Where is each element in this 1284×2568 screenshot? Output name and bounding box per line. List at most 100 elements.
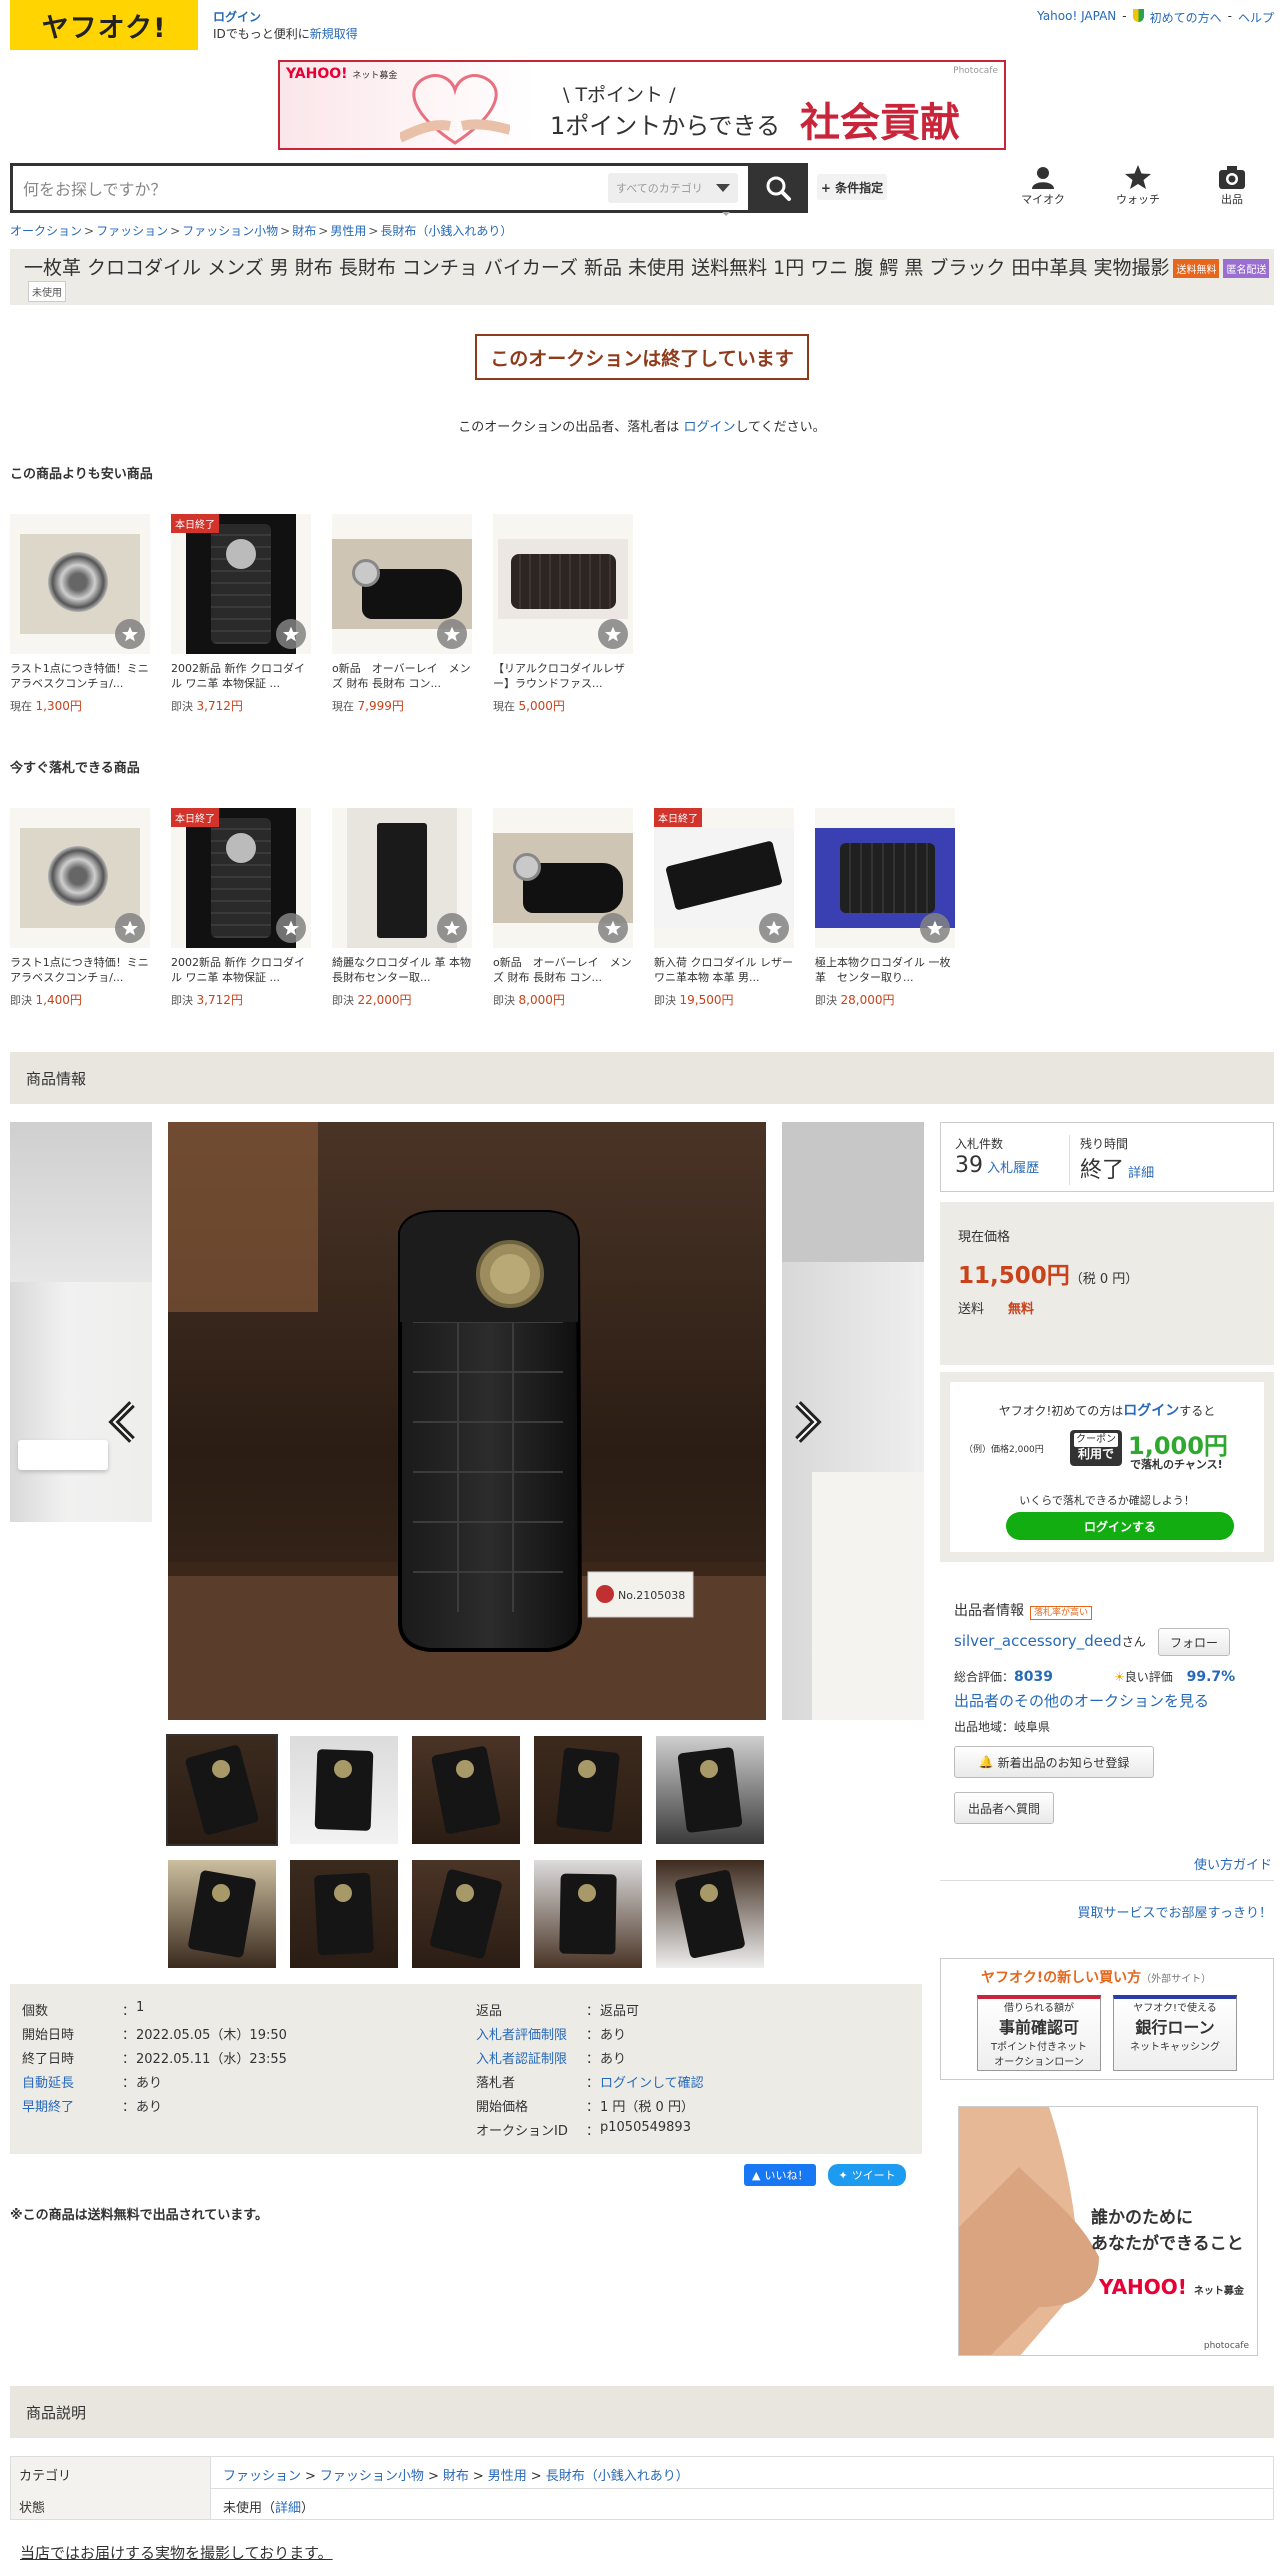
product-card[interactable]: 本日終了 新入荷 クロコダイル レザー ワニ革本物 本革 男... 即決 19,50… <box>654 808 794 1008</box>
product-name[interactable]: 2002新品 新作 クロコダイル ワニ革 本物保証 ... <box>171 955 311 985</box>
breadcrumb-item[interactable]: 財布 <box>292 224 316 238</box>
gallery-thumbnail[interactable] <box>168 1860 276 1968</box>
gallery-thumbnail[interactable] <box>534 1736 642 1844</box>
gallery-thumbnail[interactable] <box>290 1736 398 1844</box>
login-link[interactable]: ログイン <box>213 9 358 26</box>
detail-value[interactable]: ログインして確認 <box>600 2072 704 2091</box>
new-listing-notify-button[interactable]: 🔔 新着出品のお知らせ登録 <box>954 1746 1154 1778</box>
watch-star-button[interactable] <box>437 913 467 943</box>
breadcrumb-item[interactable]: オークション <box>10 224 82 238</box>
product-image[interactable] <box>10 514 150 654</box>
yahoo-japan-link[interactable]: Yahoo! JAPAN <box>1037 9 1116 26</box>
desc-category-link[interactable]: ファッション小物 <box>320 2469 424 2484</box>
search-button[interactable] <box>748 163 808 213</box>
watch-star-button[interactable] <box>276 913 306 943</box>
follow-button[interactable]: フォロー <box>1158 1628 1230 1656</box>
product-name[interactable]: o新品 オーバーレイ メンズ 財布 長財布 コン... <box>493 955 633 985</box>
watch-star-button[interactable] <box>276 619 306 649</box>
product-card[interactable]: ラスト1点につき特価！ミニアラベスクコンチョ/... 現在 1,300円 <box>10 514 150 714</box>
top-banner-ad[interactable]: YAHOO! ネット募金 Photocafe \ Tポイント / 1ポイントから… <box>278 60 1006 150</box>
bid-history-link[interactable]: 入札履歴 <box>987 1161 1039 1176</box>
product-name[interactable]: o新品 オーバーレイ メンズ 財布 長財布 コン... <box>332 661 472 691</box>
watch-star-button[interactable] <box>759 913 789 943</box>
gallery-next-button[interactable] <box>792 1400 822 1448</box>
product-image[interactable]: 本日終了 <box>654 808 794 948</box>
buyback-link[interactable]: 買取サービスでお部屋すっきり！ <box>1078 1902 1272 1921</box>
gallery-thumbnail[interactable] <box>412 1736 520 1844</box>
time-detail-link[interactable]: 詳細 <box>1128 1166 1154 1181</box>
gallery-prev-button[interactable] <box>108 1400 138 1448</box>
watch-star-button[interactable] <box>115 913 145 943</box>
product-card[interactable]: 本日終了 2002新品 新作 クロコダイル ワニ革 本物保証 ... 即決 3,71… <box>171 514 311 714</box>
product-card[interactable]: 本日終了 2002新品 新作 クロコダイル ワニ革 本物保証 ... 即決 3,71… <box>171 808 311 1008</box>
product-card[interactable]: 極上本物クロコダイル 一枚革 センター取り... 即決 28,000円 <box>815 808 955 1008</box>
desc-category-link[interactable]: ファッション <box>223 2469 301 2484</box>
product-card[interactable]: o新品 オーバーレイ メンズ 財布 長財布 コン... 現在 7,999円 <box>332 514 472 714</box>
desc-category-link[interactable]: 長財布（小銭入れあり） <box>546 2469 689 2484</box>
detail-key[interactable]: 入札者認証制限 <box>476 2048 586 2067</box>
product-card[interactable]: 綺麗なクロコダイル 革 本物 長財布センター取... 即決 22,000円 <box>332 808 472 1008</box>
product-name[interactable]: 極上本物クロコダイル 一枚革 センター取り... <box>815 955 955 985</box>
watch-nav[interactable]: ウォッチ <box>1108 165 1168 207</box>
yafuoku-logo[interactable]: ヤフオク! <box>10 0 198 50</box>
product-image[interactable] <box>493 808 633 948</box>
watch-star-button[interactable] <box>920 913 950 943</box>
watch-star-button[interactable] <box>115 619 145 649</box>
watch-star-button[interactable] <box>437 619 467 649</box>
search-history-caret-icon[interactable] <box>722 212 730 216</box>
product-image[interactable] <box>10 808 150 948</box>
product-image[interactable] <box>332 808 472 948</box>
detail-key[interactable]: 自動延長 <box>22 2072 122 2091</box>
product-image[interactable] <box>493 514 633 654</box>
help-link[interactable]: ヘルプ <box>1238 9 1274 26</box>
promo-login-button[interactable]: ログインする <box>1006 1512 1234 1540</box>
product-card[interactable]: o新品 オーバーレイ メンズ 財布 長財布 コン... 即決 8,000円 <box>493 808 633 1008</box>
loan-ad[interactable]: ヤフオク!の新しい買い方（外部サイト） 借りられる額が 事前確認可 Tポイント付… <box>940 1958 1274 2080</box>
product-name[interactable]: 2002新品 新作 クロコダイル ワニ革 本物保証 ... <box>171 661 311 691</box>
product-name[interactable]: ラスト1点につき特価！ミニアラベスクコンチョ/... <box>10 955 150 985</box>
breadcrumb-item[interactable]: 男性用 <box>330 224 366 238</box>
detail-key[interactable]: 早期終了 <box>22 2096 122 2115</box>
condition-button[interactable]: + 条件指定 <box>817 174 887 200</box>
desc-condition-detail-link[interactable]: 詳細 <box>275 2501 301 2516</box>
gallery-thumbnail[interactable] <box>534 1860 642 1968</box>
product-card[interactable]: 【リアルクロコダイルレザー】ラウンドファス... 現在 5,000円 <box>493 514 633 714</box>
rating-link[interactable]: 8039 <box>1014 1669 1053 1685</box>
product-image[interactable] <box>332 514 472 654</box>
gallery-thumbnail[interactable] <box>656 1736 764 1844</box>
myauction-nav[interactable]: マイオク <box>1013 165 1073 207</box>
gallery-thumbnail[interactable] <box>290 1860 398 1968</box>
like-button[interactable]: ▲ いいね！ <box>744 2164 817 2186</box>
product-name[interactable]: 綺麗なクロコダイル 革 本物 長財布センター取... <box>332 955 472 985</box>
seller-name-link[interactable]: silver_accessory_deed <box>954 1632 1122 1650</box>
gallery-thumbnail[interactable] <box>412 1860 520 1968</box>
category-select[interactable]: すべてのカテゴリ <box>608 173 738 203</box>
loan-card-1[interactable]: 借りられる額が 事前確認可 Tポイント付きネット オークションローン <box>977 1995 1101 2071</box>
gallery-thumbnail[interactable] <box>656 1860 764 1968</box>
ended-login-link[interactable]: ログイン <box>683 420 735 435</box>
tweet-button[interactable]: ✦ ツイート <box>828 2164 906 2186</box>
detail-key[interactable]: 入札者評価制限 <box>476 2024 586 2043</box>
desc-category-link[interactable]: 財布 <box>443 2469 469 2484</box>
product-name[interactable]: ラスト1点につき特価！ミニアラベスクコンチョ/... <box>10 661 150 691</box>
breadcrumb-item[interactable]: ファッション <box>96 224 168 238</box>
guide-link[interactable]: 使い方ガイド <box>1194 1854 1272 1873</box>
desc-category-link[interactable]: 男性用 <box>488 2469 527 2484</box>
product-image[interactable] <box>815 808 955 948</box>
beginner-link[interactable]: 初めての方へ <box>1150 9 1222 26</box>
product-card[interactable]: ラスト1点につき特価！ミニアラベスクコンチョ/... 即決 1,400円 <box>10 808 150 1008</box>
sell-nav[interactable]: 出品 <box>1202 165 1262 207</box>
product-name[interactable]: 新入荷 クロコダイル レザー ワニ革本物 本革 男... <box>654 955 794 985</box>
signup-link[interactable]: 新規取得 <box>310 27 358 41</box>
breadcrumb-item[interactable]: 長財布（小銭入れあり） <box>380 224 512 238</box>
loan-card-2[interactable]: ヤフオク!で使える 銀行ローン ネットキャッシング <box>1113 1995 1237 2071</box>
product-image[interactable]: 本日終了 <box>171 808 311 948</box>
product-name[interactable]: 【リアルクロコダイルレザー】ラウンドファス... <box>493 661 633 691</box>
product-image[interactable]: 本日終了 <box>171 514 311 654</box>
breadcrumb-item[interactable]: ファッション小物 <box>182 224 278 238</box>
watch-star-button[interactable] <box>598 913 628 943</box>
watch-star-button[interactable] <box>598 619 628 649</box>
ask-seller-button[interactable]: 出品者へ質問 <box>954 1792 1054 1824</box>
promo-login-link[interactable]: ログイン <box>1123 1403 1179 1419</box>
search-input[interactable]: 何をお探しですか？ <box>13 176 608 200</box>
